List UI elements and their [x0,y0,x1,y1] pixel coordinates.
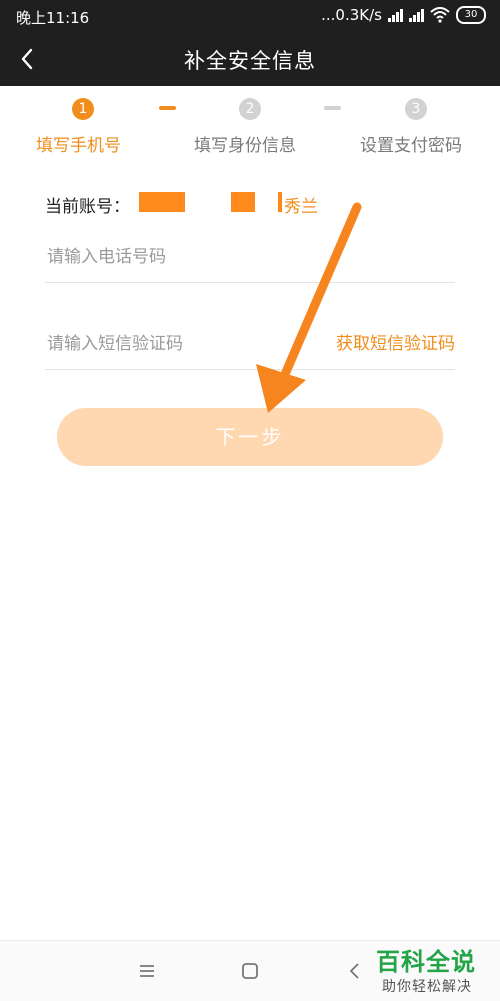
status-time: 晚上11:16 [16,9,90,27]
title-bar: 补全安全信息 [0,32,500,86]
page-title: 补全安全信息 [184,49,316,73]
signal-icon [388,8,403,22]
sms-code-input[interactable]: 请输入短信验证码 获取短信验证码 [45,317,455,370]
sms-code-placeholder: 请输入短信验证码 [47,334,183,354]
account-name-suffix: 秀兰 [284,197,318,217]
step-1-badge: 1 [72,98,94,120]
watermark-subtitle: 助你轻松解决 [382,979,472,995]
redaction-mask [278,192,282,212]
watermark-logo: 百科全说 [376,948,476,976]
redaction-mask [139,192,185,212]
step-2-badge: 2 [239,98,261,120]
step-3-label: 设置支付密码 [360,136,462,156]
step-1-label: 填写手机号 [36,136,121,156]
battery-icon: 30 [456,6,486,24]
phone-input[interactable]: 请输入电话号码 [45,230,455,283]
redaction-mask [231,192,255,212]
step-2-label: 填写身份信息 [194,136,296,156]
network-speed: ...0.3K/s [321,6,382,24]
watermark: 百科全说 助你轻松解决 [376,940,496,1000]
back-icon[interactable] [343,959,367,983]
step-indicator: 1 2 3 填写手机号 填写身份信息 设置支付密码 [0,86,500,166]
menu-icon[interactable] [135,959,159,983]
step-connector [159,106,176,110]
step-3-badge: 3 [405,98,427,120]
get-sms-code-button[interactable]: 获取短信验证码 [336,329,455,354]
status-bar: 晚上11:16 ...0.3K/s 30 [0,0,500,32]
signal-2-icon [409,8,424,22]
wifi-icon [430,7,450,23]
phone-input-placeholder: 请输入电话号码 [47,247,166,267]
next-step-button[interactable]: 下一步 [57,408,443,466]
step-connector [324,106,341,110]
home-icon[interactable] [238,959,262,983]
account-label: 当前账号： [45,197,130,217]
status-icons: ...0.3K/s 30 [321,6,486,24]
